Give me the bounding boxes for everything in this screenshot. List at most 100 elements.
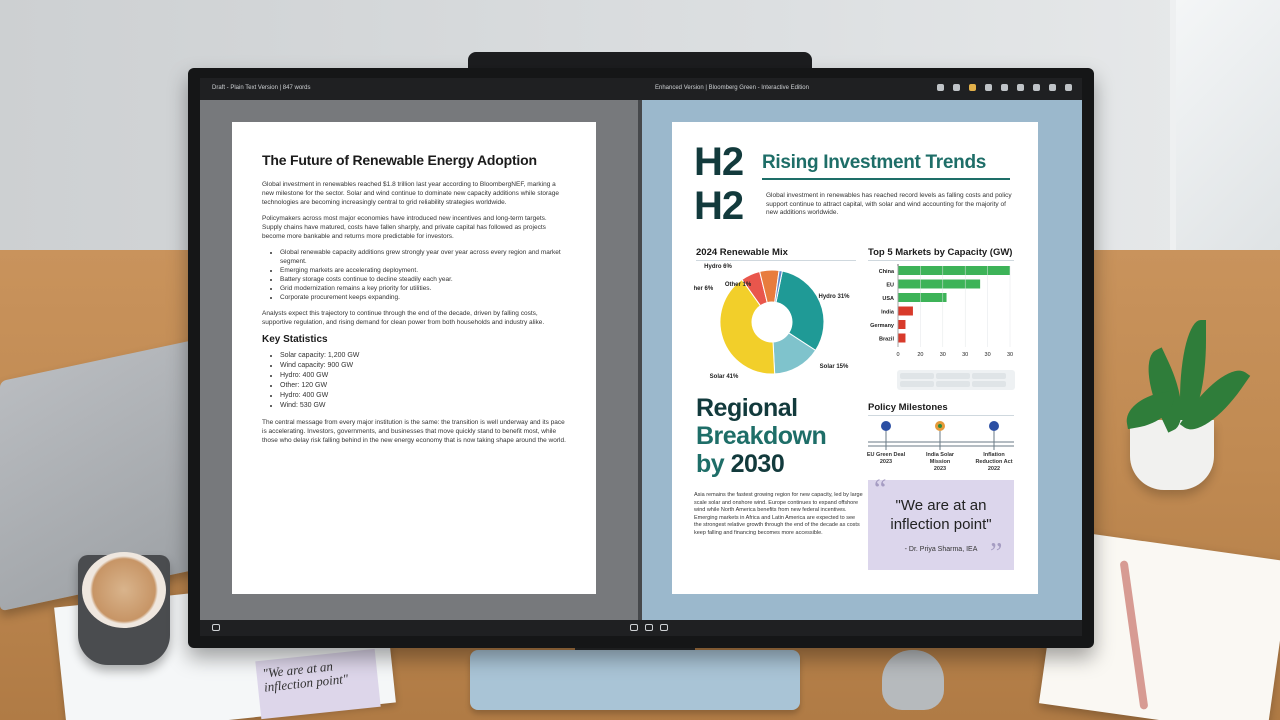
milestone-label: India Solar Mission 2023 <box>920 452 960 473</box>
bar-category-label: EU <box>886 283 894 289</box>
pie-label: Solar 41% <box>710 374 739 380</box>
pull-quote: “ "We are at an inflection point" - Dr. … <box>868 474 1014 570</box>
bullet-list: Global renewable capacity additions grew… <box>262 248 568 302</box>
stat-item: Other: 120 GW <box>280 381 568 391</box>
pie-chart: Hydro 31% Solar 15% Solar 41% Other 6% Hydro… <box>687 260 864 390</box>
legend-chip <box>900 373 934 379</box>
bookmark-icon[interactable] <box>953 84 960 91</box>
bar[interactable] <box>898 293 947 302</box>
bottom-bar <box>200 620 1082 636</box>
usa-flag-icon[interactable] <box>989 421 999 431</box>
pie-label: Hydro 31% <box>818 294 850 300</box>
milestone-name: EU Green Deal <box>866 452 906 458</box>
region-heading-part: by <box>696 450 731 478</box>
fullscreen-icon[interactable] <box>660 624 668 631</box>
india-flag-center-icon <box>938 424 942 428</box>
bar-tick-label: 30 <box>940 352 946 358</box>
bullet-item: Grid modernization remains a key priorit… <box>280 284 568 293</box>
bar[interactable] <box>898 306 913 316</box>
pie-label: Other 1% <box>725 282 752 288</box>
enhanced-document-page[interactable]: H2 H2 Rising Investment Trends Global in… <box>672 122 1038 594</box>
coffee-surface <box>82 552 166 628</box>
minimize-icon[interactable] <box>1033 84 1040 91</box>
pie-label: Hydro 6% <box>704 264 732 270</box>
pie-chart-svg: Hydro 31% Solar 15% Solar 41% Other 6% Hydro… <box>687 264 850 380</box>
legend-chip <box>936 381 970 387</box>
stat-item: Solar capacity: 1,200 GW <box>280 351 568 361</box>
refresh-icon[interactable] <box>985 84 992 91</box>
bullet-item: Global renewable capacity additions grew… <box>280 248 568 266</box>
background-window <box>1170 0 1280 250</box>
milestone-label: Inflation Reduction Act 2022 <box>974 452 1014 473</box>
region-heading-line: Regional <box>696 394 798 422</box>
region-paragraph: Asia remains the fastest growing region … <box>694 492 863 536</box>
h2-heading-marker: H2 <box>694 140 744 184</box>
section-rule <box>868 260 1014 261</box>
pie-label: Other 6% <box>694 286 714 292</box>
section-heading: Key Statistics <box>262 334 328 345</box>
close-quote-icon: ” <box>990 538 1003 569</box>
bar-chart-svg: China EU USA India Germany Brazil 0 20 30 30 30 30 <box>870 264 1013 358</box>
title-bar: Draft - Plain Text Version | 847 words E… <box>200 78 1082 100</box>
palette-icon[interactable] <box>969 84 976 91</box>
screen: Draft - Plain Text Version | 847 words E… <box>200 78 1082 636</box>
bar[interactable] <box>898 279 981 289</box>
paragraph: Global investment in renewables reached … <box>262 181 560 206</box>
milestones-title: Policy Milestones <box>868 402 948 413</box>
milestone-label: EU Green Deal 2023 <box>866 452 906 466</box>
document-title: The Future of Renewable Energy Adoption <box>262 152 537 168</box>
layout-icon[interactable] <box>630 624 638 631</box>
milestone-year: 2023 <box>933 466 947 472</box>
paragraph: The central message from every major ins… <box>262 419 566 444</box>
plain-document-page[interactable]: The Future of Renewable Energy Adoption … <box>232 122 596 594</box>
stat-item: Wind capacity: 900 GW <box>280 361 568 371</box>
print-icon[interactable] <box>1001 84 1008 91</box>
bar-category-label: Brazil <box>879 337 894 343</box>
eu-flag-icon[interactable] <box>881 421 891 431</box>
quote-text: "We are at an inflection point" <box>890 497 992 533</box>
bar-tick-label: 0 <box>896 352 899 358</box>
statistics-list: Solar capacity: 1,200 GW Wind capacity: … <box>262 351 568 411</box>
bar-category-label: Germany <box>870 323 895 329</box>
section-heading: Rising Investment Trends <box>762 152 987 173</box>
intro-paragraph: Global investment in renewables has reac… <box>766 192 1012 216</box>
bar[interactable] <box>898 320 906 329</box>
region-heading-line: by 2030 <box>696 450 826 478</box>
bar-chart: China EU USA India Germany Brazil 0 20 30 30 30 30 <box>868 262 1028 382</box>
legend-chip <box>936 373 970 379</box>
close-icon[interactable] <box>1065 84 1072 91</box>
sync-icon[interactable] <box>645 624 653 631</box>
window-controls <box>937 84 1072 91</box>
plain-text-pane: The Future of Renewable Energy Adoption … <box>200 100 638 620</box>
bar-tick-label: 30 <box>962 352 968 358</box>
monitor: Draft - Plain Text Version | 847 words E… <box>188 68 1094 648</box>
mouse[interactable] <box>882 650 944 710</box>
maximize-icon[interactable] <box>1049 84 1056 91</box>
region-heading-line: Breakdown <box>696 422 827 450</box>
keyboard[interactable] <box>470 650 800 710</box>
paragraph: Analysts expect this trajectory to conti… <box>262 310 545 326</box>
bar-tick-label: 30 <box>985 352 991 358</box>
stat-item: Wind: 530 GW <box>280 401 568 411</box>
milestone-year: 2022 <box>987 466 1001 472</box>
bar-tick-label: 30 <box>1007 352 1013 358</box>
bar-category-label: USA <box>882 296 894 302</box>
milestone-name: India Solar Mission <box>925 452 955 465</box>
heading-underline <box>762 178 1010 180</box>
bar[interactable] <box>898 266 1010 275</box>
share-icon[interactable] <box>937 84 944 91</box>
pie-label: Solar 15% <box>820 364 849 370</box>
bar-category-label: India <box>881 310 895 316</box>
settings-icon[interactable] <box>212 624 220 631</box>
bar-chart-legend <box>897 370 1015 390</box>
bar-category-label: China <box>879 269 895 275</box>
stat-item: Hydro: 400 GW <box>280 391 568 401</box>
bar[interactable] <box>898 333 906 343</box>
region-heading-year: 2030 <box>730 450 785 478</box>
search-icon[interactable] <box>1017 84 1024 91</box>
milestone-name: Inflation Reduction Act <box>975 452 1013 465</box>
stat-item: Hydro: 400 GW <box>280 371 568 381</box>
right-pane-title: Enhanced Version | Bloomberg Green - Int… <box>655 85 809 91</box>
legend-chip <box>972 373 1006 379</box>
bullet-item: Battery storage costs continue to declin… <box>280 275 568 284</box>
